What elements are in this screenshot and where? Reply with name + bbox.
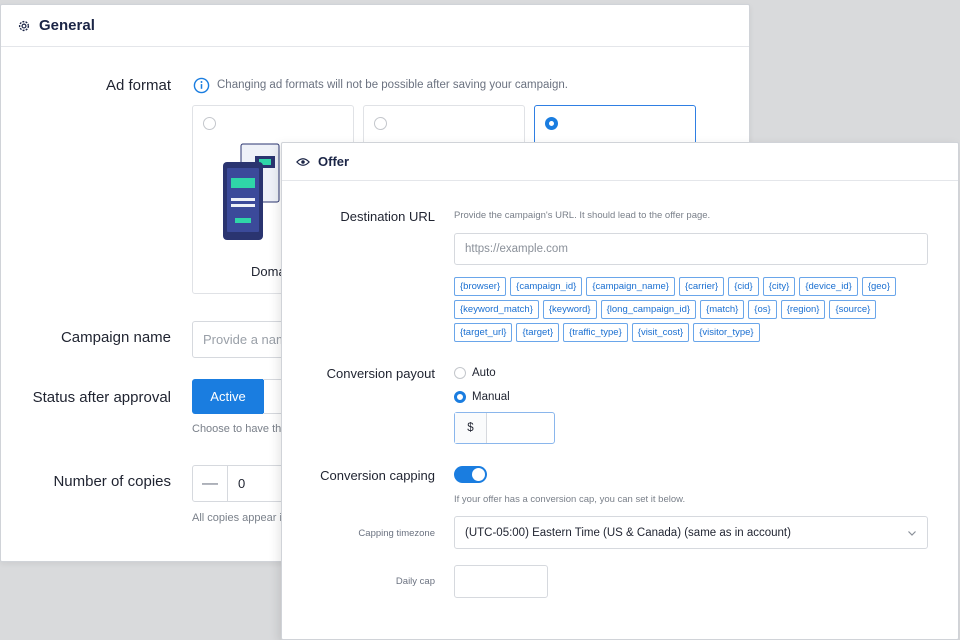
url-token[interactable]: {long_campaign_id} bbox=[600, 300, 697, 319]
daily-cap-label: Daily cap bbox=[395, 576, 435, 587]
url-token-list: {browser} {campaign_id} {campaign_name} {ca… bbox=[454, 277, 934, 342]
timezone-select[interactable]: (UTC-05:00) Eastern Time (US & Canada) (… bbox=[454, 516, 928, 549]
campaign-name-label: Campaign name bbox=[60, 329, 171, 346]
url-token[interactable]: {geo} bbox=[861, 277, 897, 296]
ad-format-radio-3[interactable] bbox=[545, 117, 558, 130]
url-token[interactable]: {city} bbox=[762, 277, 796, 296]
offer-title: Offer bbox=[318, 154, 350, 169]
timezone-value: (UTC-05:00) Eastern Time (US & Canada) (… bbox=[465, 526, 791, 539]
capping-help: If your offer has a conversion cap, you … bbox=[454, 494, 686, 505]
url-token[interactable]: {region} bbox=[780, 300, 826, 319]
eye-icon bbox=[296, 157, 310, 166]
destination-label: Destination URL bbox=[340, 209, 435, 224]
payout-label: Conversion payout bbox=[326, 366, 435, 381]
ad-format-radio-2[interactable] bbox=[374, 117, 387, 130]
url-token[interactable]: {visitor_type} bbox=[693, 323, 760, 342]
timezone-label: Capping timezone bbox=[358, 528, 435, 539]
offer-panel: Offer Destination URL Provide the campai… bbox=[281, 142, 959, 640]
payout-auto-radio[interactable] bbox=[454, 367, 466, 379]
url-token[interactable]: {campaign_id} bbox=[510, 277, 583, 296]
url-token[interactable]: {target} bbox=[516, 323, 560, 342]
status-active-button[interactable]: Active bbox=[192, 379, 264, 414]
gear-icon bbox=[18, 20, 30, 31]
url-token[interactable]: {browser} bbox=[454, 277, 507, 296]
url-token[interactable]: {keyword} bbox=[542, 300, 597, 319]
chevron-down-icon bbox=[908, 531, 916, 536]
copies-label: Number of copies bbox=[53, 473, 171, 490]
payout-auto-option[interactable]: Auto bbox=[454, 367, 496, 379]
url-token[interactable]: {visit_cost} bbox=[631, 323, 690, 342]
status-label: Status after approval bbox=[32, 389, 171, 406]
ad-format-note: Changing ad formats will not be possible… bbox=[217, 79, 568, 91]
capping-toggle[interactable] bbox=[454, 466, 487, 483]
payout-manual-option[interactable]: Manual bbox=[454, 391, 510, 403]
phone-illustration bbox=[223, 143, 280, 240]
general-title: General bbox=[39, 17, 95, 34]
url-token[interactable]: {target_url} bbox=[454, 323, 513, 342]
copies-help: All copies appear i bbox=[192, 512, 282, 524]
url-token[interactable]: {carrier} bbox=[678, 277, 725, 296]
daily-cap-input[interactable] bbox=[454, 565, 548, 598]
url-token[interactable]: {keyword_match} bbox=[454, 300, 539, 319]
url-token[interactable]: {source} bbox=[829, 300, 877, 319]
ad-format-radio-1[interactable] bbox=[203, 117, 216, 130]
url-token[interactable]: {traffic_type} bbox=[563, 323, 628, 342]
url-token[interactable]: {campaign_name} bbox=[586, 277, 675, 296]
payout-manual-radio[interactable] bbox=[454, 391, 466, 403]
capping-label: Conversion capping bbox=[320, 468, 435, 483]
offer-header: Offer bbox=[282, 143, 958, 181]
ad-format-label: Ad format bbox=[105, 77, 171, 94]
url-token[interactable]: {os} bbox=[748, 300, 777, 319]
status-help: Choose to have the bbox=[192, 423, 288, 435]
copies-minus-button[interactable]: — bbox=[192, 465, 228, 502]
url-token[interactable]: {match} bbox=[700, 300, 745, 319]
destination-help: Provide the campaign's URL. It should le… bbox=[454, 210, 711, 221]
url-token[interactable]: {device_id} bbox=[799, 277, 858, 296]
payout-amount-field[interactable]: $ bbox=[454, 412, 555, 444]
currency-symbol: $ bbox=[455, 413, 487, 443]
url-token[interactable]: {cid} bbox=[728, 277, 759, 296]
destination-url-input[interactable]: https://example.com bbox=[454, 233, 928, 265]
toggle-knob bbox=[472, 468, 485, 481]
info-icon bbox=[193, 77, 210, 94]
general-header: General bbox=[1, 5, 749, 47]
payout-auto-label: Auto bbox=[472, 367, 496, 379]
payout-manual-label: Manual bbox=[472, 391, 510, 403]
